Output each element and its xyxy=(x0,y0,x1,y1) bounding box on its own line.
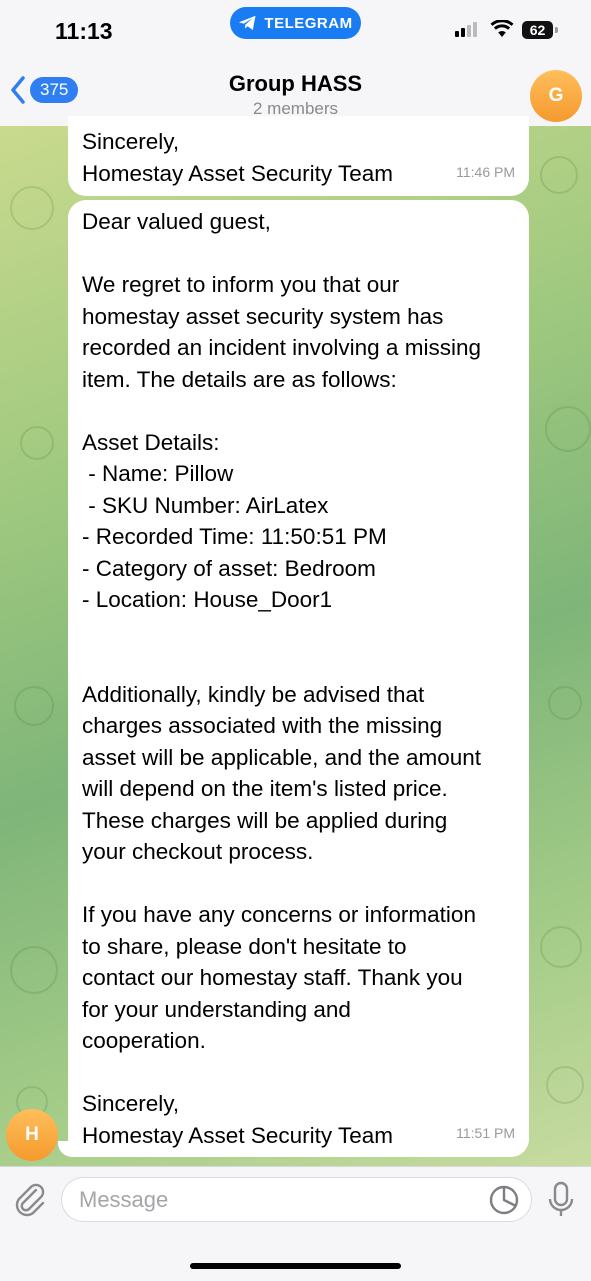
app-pill-label: TELEGRAM xyxy=(264,14,353,32)
message-line: - Name: Pillow xyxy=(82,461,234,486)
telegram-icon xyxy=(239,15,256,30)
message-line: cooperation. xyxy=(82,1028,206,1053)
message-text: Sincerely, Homestay Asset Security Team xyxy=(82,116,515,189)
message-text: Dear valued guest, We regret to inform yo… xyxy=(82,200,515,1151)
message-input-bar xyxy=(0,1166,591,1281)
message-line: asset will be applicable, and the amount xyxy=(82,744,482,770)
message-line: charges associated with the missing xyxy=(82,713,443,738)
telegram-app-pill[interactable]: TELEGRAM xyxy=(230,7,361,39)
message-line: - Location: House_Door1 xyxy=(82,587,333,612)
signal-icon xyxy=(455,22,477,37)
message-bubble[interactable]: Dear valued guest, We regret to inform yo… xyxy=(68,200,529,1157)
home-indicator xyxy=(190,1263,401,1269)
battery-icon: 62 xyxy=(522,21,553,39)
microphone-icon xyxy=(548,1181,574,1216)
message-line: Sincerely, xyxy=(82,1091,180,1116)
message-line: homestay asset security system has xyxy=(82,303,444,329)
message-line: for your understanding and xyxy=(82,996,351,1022)
message-line: Asset Details: xyxy=(82,429,220,455)
message-bubble[interactable]: Sincerely, Homestay Asset Security Team 1… xyxy=(68,116,529,196)
message-line xyxy=(82,238,515,270)
wifi-icon xyxy=(490,20,514,37)
message-line: to share, please don't hesitate to xyxy=(82,933,407,959)
message-line: Additionally, kindly be advised that xyxy=(82,681,425,707)
message-line xyxy=(82,1057,515,1089)
message-line xyxy=(82,868,515,900)
message-line: Homestay Asset Security Team xyxy=(82,160,393,186)
message-line: These charges will be applied during xyxy=(82,807,448,833)
message-line: recorded an incident involving a missing xyxy=(82,335,481,360)
message-line: your checkout process. xyxy=(82,839,314,864)
status-bar: 11:13 TELEGRAM 62 xyxy=(0,0,591,58)
group-avatar[interactable]: G xyxy=(530,70,582,122)
message-line: If you have any concerns or information xyxy=(82,902,476,927)
message-time: 11:51 PM xyxy=(456,1124,515,1141)
message-line: - Category of asset: Bedroom xyxy=(82,555,376,581)
status-time: 11:13 xyxy=(55,18,113,44)
chat-title[interactable]: Group HASS xyxy=(0,71,591,97)
sticker-icon xyxy=(489,1185,519,1215)
message-line: contact our homestay staff. Thank you xyxy=(82,965,463,990)
message-line: - SKU Number: AirLatex xyxy=(82,492,329,518)
microphone-button[interactable] xyxy=(547,1181,575,1224)
message-line: - Recorded Time: 11:50:51 PM xyxy=(82,524,387,549)
attach-button[interactable] xyxy=(12,1181,48,1222)
message-line: will depend on the item's listed price. xyxy=(82,776,448,801)
message-time: 11:46 PM xyxy=(456,163,515,180)
message-input[interactable] xyxy=(61,1177,532,1222)
message-line xyxy=(82,395,515,427)
message-line xyxy=(82,647,515,679)
message-line: item. The details are as follows: xyxy=(82,366,397,392)
message-line: Homestay Asset Security Team xyxy=(82,1122,393,1148)
message-line: We regret to inform you that our xyxy=(82,272,400,297)
sticker-button[interactable] xyxy=(488,1184,520,1221)
message-line: Dear valued guest, xyxy=(82,209,271,234)
message-line: Sincerely, xyxy=(82,129,180,154)
sender-avatar[interactable]: H xyxy=(6,1109,58,1161)
message-line xyxy=(82,616,515,648)
paperclip-icon xyxy=(15,1183,45,1217)
battery-cap xyxy=(555,27,558,33)
